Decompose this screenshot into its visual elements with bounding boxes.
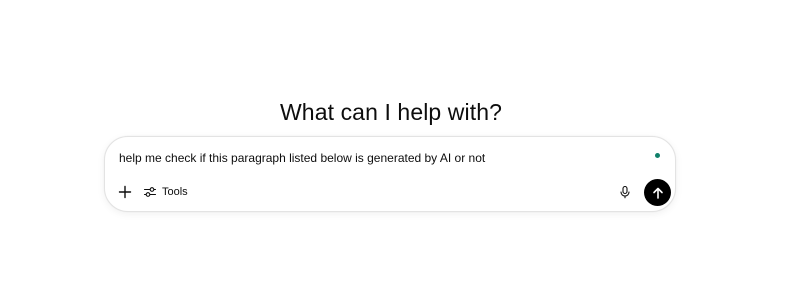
chat-home: What can I help with? help me check if t… — [0, 0, 800, 305]
add-attachment-button[interactable] — [115, 182, 135, 202]
microphone-icon — [618, 185, 632, 199]
page-title: What can I help with? — [280, 99, 502, 126]
tools-button[interactable]: Tools — [143, 182, 188, 202]
prompt-composer[interactable]: help me check if this paragraph listed b… — [104, 136, 676, 212]
voice-input-button[interactable] — [615, 182, 635, 202]
prompt-input[interactable]: help me check if this paragraph listed b… — [119, 150, 485, 166]
status-dot — [655, 153, 660, 158]
arrow-up-icon — [651, 186, 665, 200]
sliders-icon — [143, 185, 157, 199]
send-button[interactable] — [644, 179, 671, 206]
plus-icon — [118, 185, 132, 199]
tools-label: Tools — [162, 186, 188, 198]
